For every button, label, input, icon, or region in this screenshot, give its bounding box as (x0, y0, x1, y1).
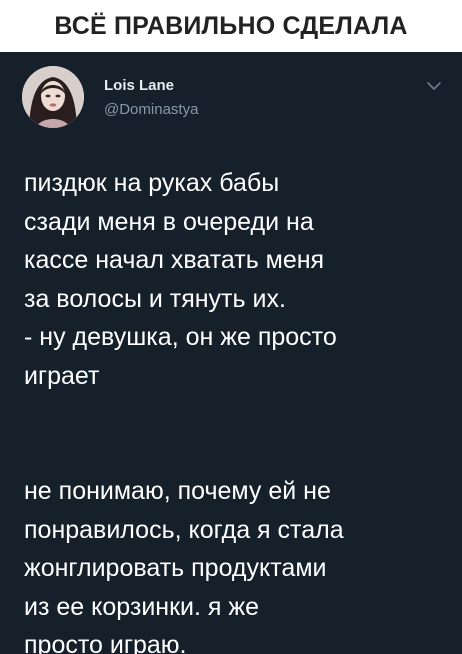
tweet-text-line: сзади меня в очереди на (24, 207, 314, 236)
tweet-card: Lois Lane @Dominastya пиздюк на руках ба… (0, 52, 462, 654)
tweet-text-line: - ну девушка, он же просто (24, 323, 337, 351)
meme-caption: ВСЁ ПРАВИЛЬНО СДЕЛАЛА (54, 11, 408, 40)
tweet-text-line: просто играю. (24, 631, 187, 654)
tweet-text-line: понравилось, когда я стала (24, 515, 344, 544)
tweet-text: пиздюк на руках бабы сзади меня в очеред… (24, 164, 448, 654)
tweet-text-line: не понимаю, почему ей не (24, 477, 331, 505)
tweet-text-line: из ее корзинки. я же (24, 592, 260, 621)
author-name[interactable]: Lois Lane (104, 77, 174, 94)
tweet-text-line: кассе начал хватать меня (24, 246, 325, 274)
avatar-image (22, 66, 84, 128)
tweet-text-line: жонглировать продуктами (24, 554, 327, 582)
tweet-header: Lois Lane @Dominastya (22, 66, 442, 132)
tweet-text-line: за волосы и тянуть их. (24, 284, 286, 313)
author-handle[interactable]: @Dominastya (104, 101, 198, 118)
user-avatar[interactable] (22, 66, 84, 128)
tweet-text-line: играет (24, 361, 100, 390)
meme-caption-bar: ВСЁ ПРАВИЛЬНО СДЕЛАЛА (0, 0, 462, 52)
chevron-down-icon[interactable] (426, 78, 442, 94)
tweet-text-line: пиздюк на руках бабы (24, 169, 280, 197)
